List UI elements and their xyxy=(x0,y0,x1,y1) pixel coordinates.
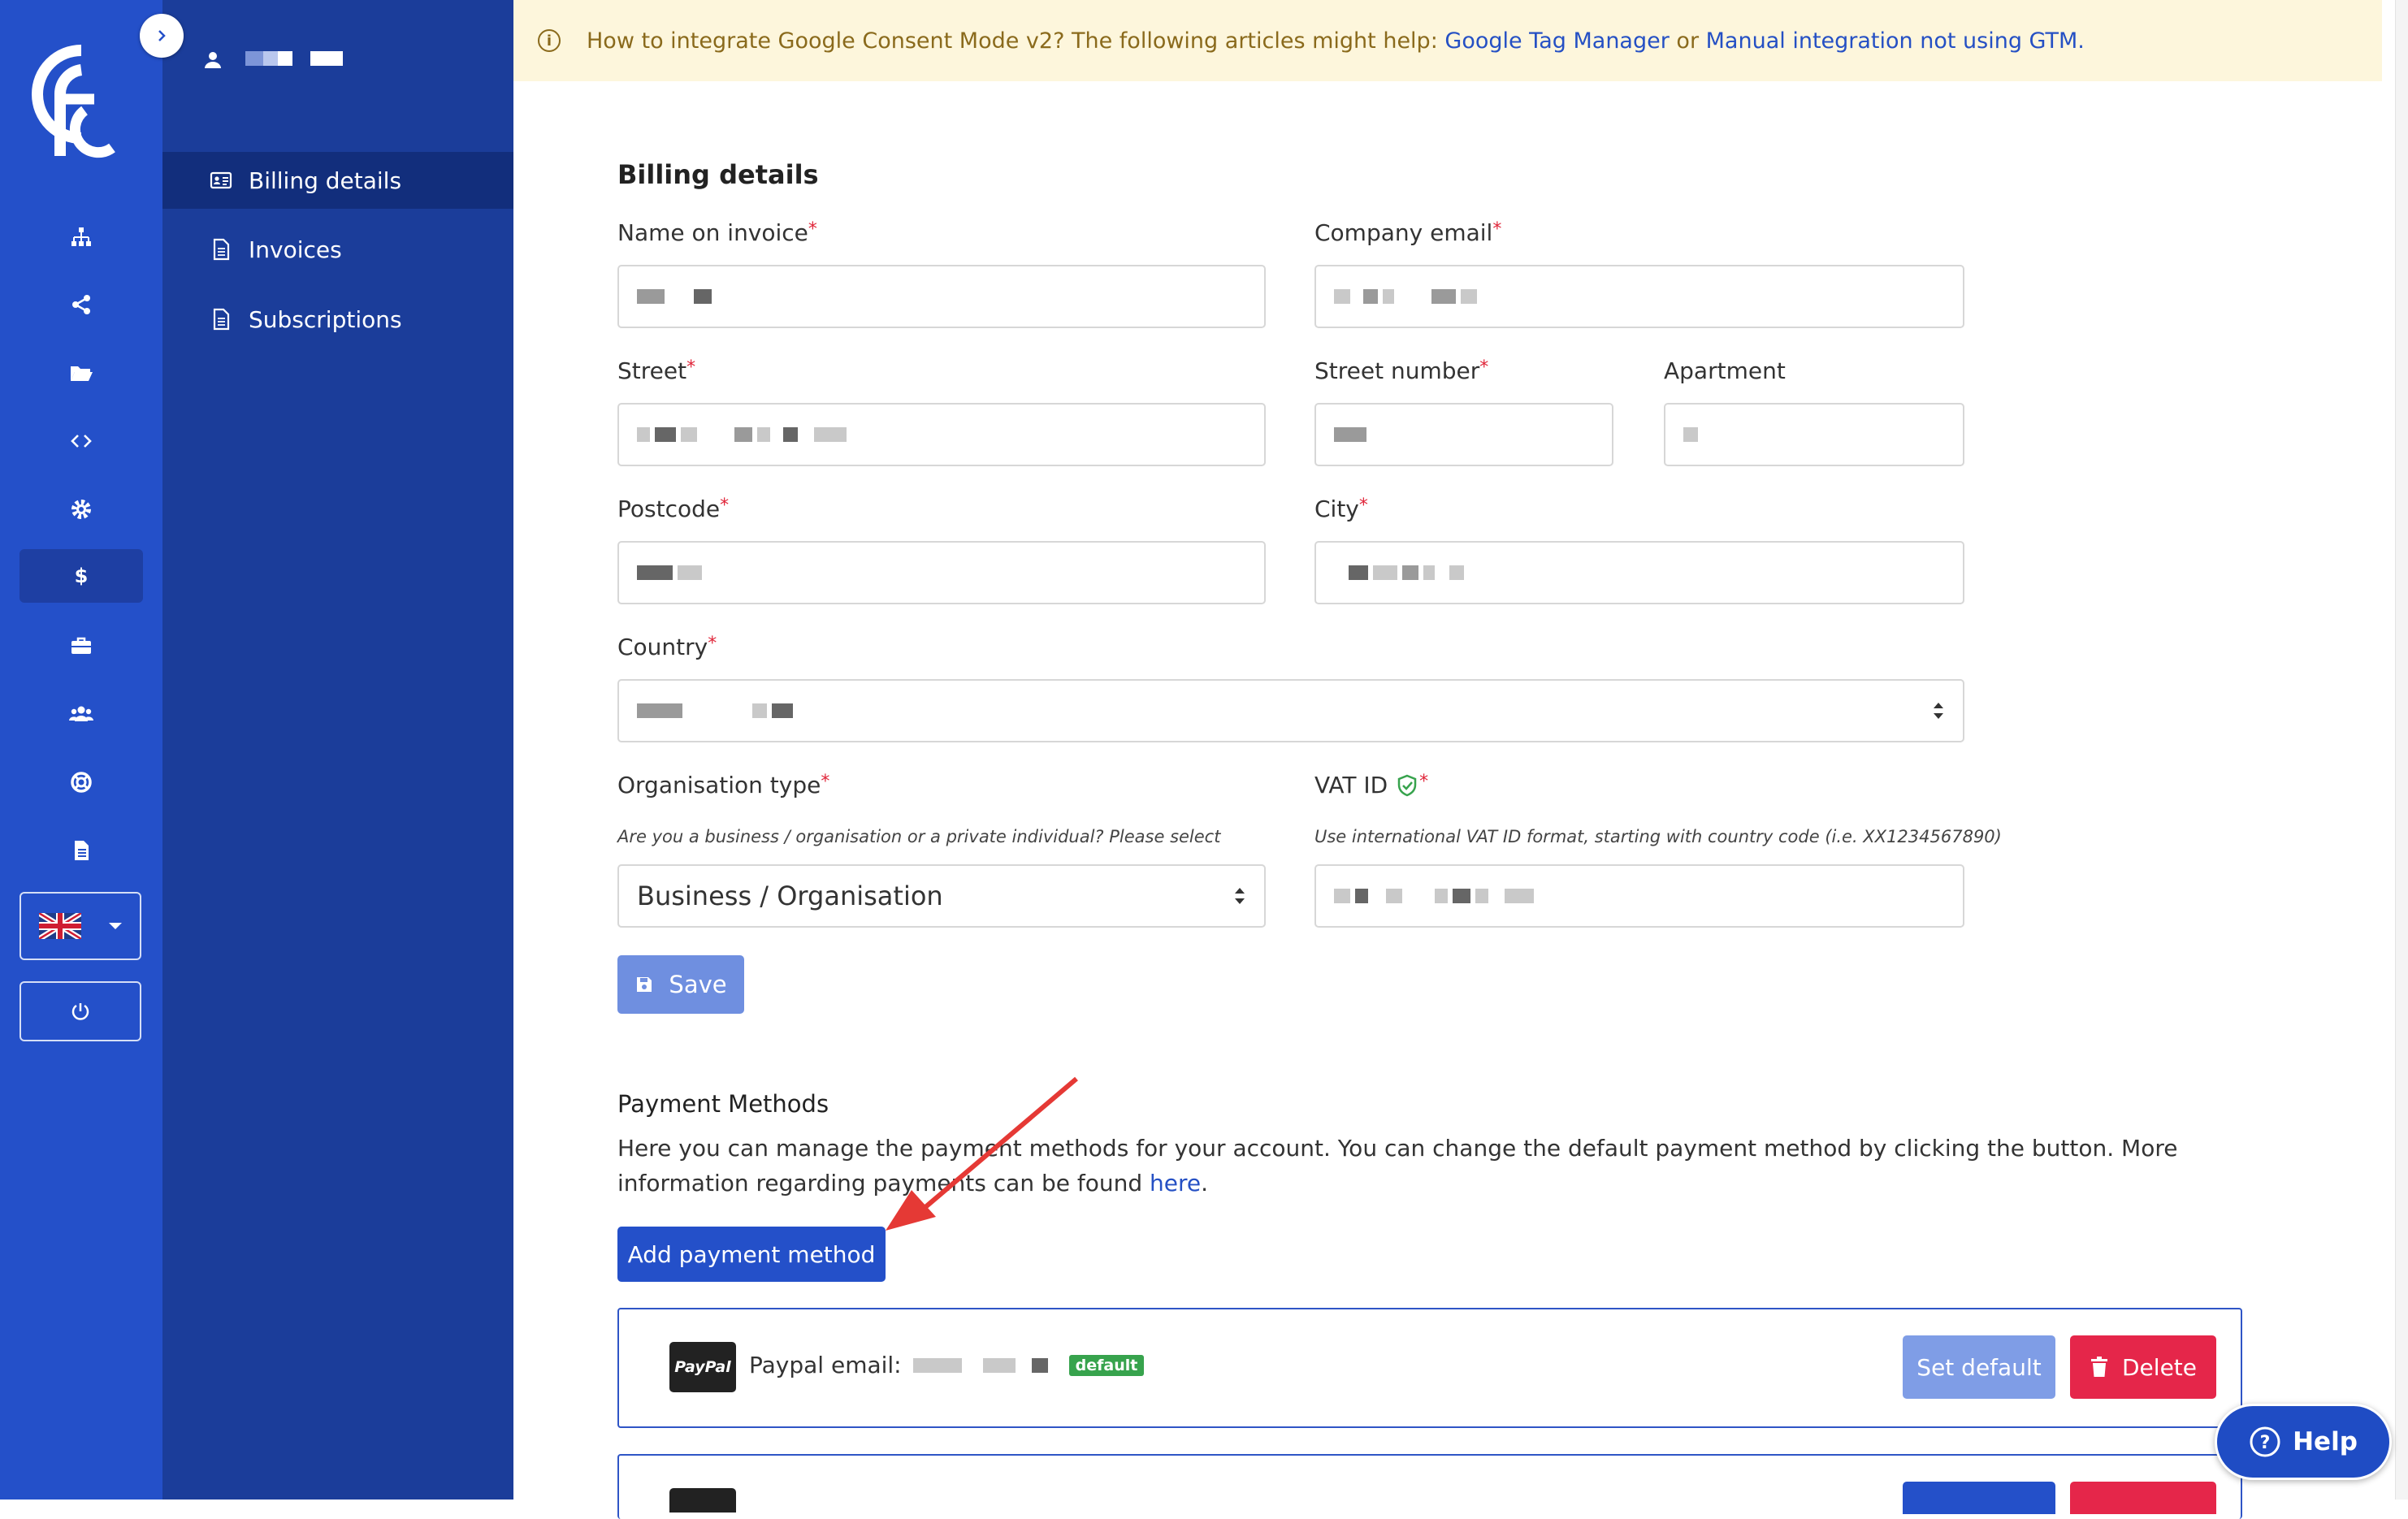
payment-info-link[interactable]: here xyxy=(1150,1170,1201,1197)
name-on-invoice-label: Name on invoice* xyxy=(617,219,817,246)
company-email-input[interactable] xyxy=(1314,265,1964,328)
link-manual-integration[interactable]: Manual integration not using GTM. xyxy=(1706,28,2085,54)
street-number-label: Street number* xyxy=(1314,357,1489,384)
sidebar-item-label: Subscriptions xyxy=(249,305,402,333)
svg-text:$: $ xyxy=(75,565,89,587)
postcode-input[interactable] xyxy=(617,541,1266,604)
sidebar-item-billing-details[interactable]: Billing details xyxy=(162,152,513,209)
street-number-input[interactable] xyxy=(1314,403,1613,466)
organisation-type-select[interactable]: Business / Organisation xyxy=(617,864,1266,928)
vat-id-hint: Use international VAT ID format, startin… xyxy=(1314,827,2002,846)
country-label: Country* xyxy=(617,634,717,660)
payment-method-card: PayPal Paypal email: default Set default… xyxy=(617,1308,2242,1428)
name-on-invoice-input[interactable] xyxy=(617,265,1266,328)
notice-text: How to integrate Google Consent Mode v2?… xyxy=(587,28,1438,54)
caret-down-icon xyxy=(109,923,122,929)
street-input[interactable] xyxy=(617,403,1266,466)
paypal-email: Paypal email: default xyxy=(749,1352,1145,1378)
sidebar-item-label: Billing details xyxy=(249,167,402,194)
street-label: Street* xyxy=(617,357,696,384)
sitemap-icon[interactable] xyxy=(19,210,143,263)
annotation-arrow-icon xyxy=(886,1076,1078,1231)
organisation-type-value: Business / Organisation xyxy=(637,881,943,911)
sidebar-item-invoices[interactable]: Invoices xyxy=(162,221,513,278)
card-logo xyxy=(669,1488,736,1513)
notice-or: or xyxy=(1676,28,1700,54)
sidebar-item-subscriptions[interactable]: Subscriptions xyxy=(162,291,513,348)
vat-id-label: VAT ID * xyxy=(1314,772,1429,798)
delete-button-2[interactable] xyxy=(2070,1482,2216,1514)
floppy-disk-icon xyxy=(637,977,652,992)
gear-icon[interactable] xyxy=(19,483,143,536)
user-icon xyxy=(205,52,221,68)
postcode-label: Postcode* xyxy=(617,496,730,522)
uk-flag-icon xyxy=(39,913,81,939)
paypal-logo: PayPal xyxy=(669,1342,736,1392)
consent-mode-notice: i How to integrate Google Consent Mode v… xyxy=(513,0,2382,81)
share-icon[interactable] xyxy=(19,278,143,331)
lifebuoy-icon[interactable] xyxy=(19,755,143,809)
help-button[interactable]: ? Help xyxy=(2215,1404,2392,1480)
city-label: City* xyxy=(1314,496,1368,522)
apartment-input[interactable] xyxy=(1664,403,1964,466)
payment-method-card-2 xyxy=(617,1454,2242,1519)
sidebar: Billing details Invoices Subscriptions xyxy=(162,0,513,1500)
power-icon xyxy=(71,1003,89,1020)
page-title: Billing details xyxy=(617,159,819,190)
company-email-label: Company email* xyxy=(1314,219,1502,246)
logout-button[interactable] xyxy=(19,981,141,1041)
payment-methods-title: Payment Methods xyxy=(617,1090,829,1118)
organisation-type-label: Organisation type* xyxy=(617,772,830,798)
default-badge: default xyxy=(1068,1354,1145,1376)
apartment-label: Apartment xyxy=(1664,357,1786,384)
city-input[interactable] xyxy=(1314,541,1964,604)
vat-id-input[interactable] xyxy=(1314,864,1964,928)
delete-button[interactable]: Delete xyxy=(2070,1335,2216,1399)
users-icon[interactable] xyxy=(19,687,143,741)
link-google-tag-manager[interactable]: Google Tag Manager xyxy=(1444,28,1669,54)
trash-icon xyxy=(2091,1357,2107,1377)
username-redacted xyxy=(245,51,343,69)
country-select[interactable] xyxy=(617,679,1964,742)
folder-open-icon[interactable] xyxy=(19,346,143,400)
info-icon: i xyxy=(538,29,561,52)
add-payment-method-button[interactable]: Add payment method xyxy=(617,1227,886,1282)
svg-text:?: ? xyxy=(2260,1433,2271,1453)
save-button[interactable]: Save xyxy=(617,955,744,1014)
shield-check-icon xyxy=(1397,774,1417,797)
payment-methods-description: Here you can manage the payment methods … xyxy=(617,1135,2178,1197)
dollar-icon[interactable]: $ xyxy=(19,549,143,603)
file-text-icon[interactable] xyxy=(19,824,143,877)
set-default-button[interactable]: Set default xyxy=(1903,1335,2055,1399)
briefcase-icon[interactable] xyxy=(19,619,143,673)
document-icon xyxy=(213,308,230,331)
set-default-button-2[interactable] xyxy=(1903,1482,2055,1514)
sort-updown-icon xyxy=(1934,703,1943,719)
sort-updown-icon xyxy=(1235,888,1245,904)
chevron-right-icon xyxy=(158,30,166,41)
sidebar-item-label: Invoices xyxy=(249,236,342,263)
user-info xyxy=(203,50,343,70)
app-logo[interactable] xyxy=(31,42,132,162)
scrollbar[interactable] xyxy=(2395,0,2408,1500)
id-card-icon xyxy=(210,171,232,189)
sidebar-toggle-button[interactable] xyxy=(140,14,184,58)
question-circle-icon: ? xyxy=(2250,1426,2280,1457)
document-icon xyxy=(213,238,230,261)
organisation-type-hint: Are you a business / organisation or a p… xyxy=(617,827,1221,846)
icon-rail: $ xyxy=(0,0,162,1500)
code-icon[interactable] xyxy=(19,414,143,468)
language-selector[interactable] xyxy=(19,892,141,960)
